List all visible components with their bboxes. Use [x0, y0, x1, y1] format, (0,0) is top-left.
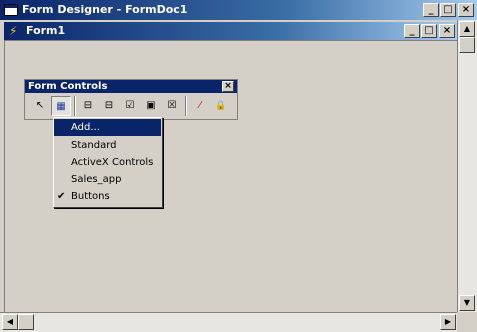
toolbar-separator	[74, 96, 76, 116]
form1-titlebar	[4, 22, 457, 40]
text-box-icon[interactable]: ⊟	[78, 96, 98, 116]
horizontal-scrollbar[interactable]	[0, 312, 457, 332]
app-title: Form Designer - FormDoc1	[22, 3, 188, 16]
frame-icon[interactable]: ⊟	[99, 96, 119, 116]
check-box-icon[interactable]: ☑	[120, 96, 140, 116]
form-controls-title: Form Controls	[28, 81, 108, 92]
add-control-icon[interactable]: ▦	[51, 96, 71, 116]
vertical-scroll-thumb[interactable]	[459, 37, 475, 53]
lock-icon[interactable]: 🔒	[211, 96, 231, 116]
menu-item-activex-controls[interactable]: ActiveX Controls	[54, 154, 161, 171]
menu-item-standard[interactable]: Standard	[54, 137, 161, 154]
scroll-down-button[interactable]: ▼	[459, 295, 475, 311]
app-minimize-button[interactable]: _	[423, 3, 439, 17]
app-window-icon[interactable]	[4, 4, 18, 16]
scroll-right-button[interactable]: ▶	[440, 314, 456, 330]
wand-icon[interactable]: ⁄	[190, 96, 210, 116]
form1-close-button[interactable]: ×	[439, 24, 455, 38]
form-controls-close-button[interactable]: ×	[222, 81, 234, 92]
form-icon[interactable]: ⚡	[9, 24, 23, 38]
form1-maximize-button[interactable]: □	[421, 24, 437, 38]
toolbar-separator	[185, 96, 187, 116]
vertical-scrollbar[interactable]	[457, 20, 477, 312]
menu-item-buttons[interactable]: Buttons	[54, 188, 161, 205]
scroll-up-button[interactable]: ▲	[459, 21, 475, 37]
form1-minimize-button[interactable]: _	[404, 24, 420, 38]
pointer-icon[interactable]: ↖	[30, 96, 50, 116]
app-close-button[interactable]: ×	[458, 3, 474, 17]
app-maximize-button[interactable]: □	[440, 3, 456, 17]
menu-item-add[interactable]: Add...	[54, 119, 161, 136]
scroll-left-button[interactable]: ◀	[2, 314, 18, 330]
check-icon: ✔	[57, 191, 66, 202]
list-icon[interactable]: ☒	[162, 96, 182, 116]
menu-item-sales-app[interactable]: Sales_app	[54, 171, 161, 188]
horizontal-scroll-thumb[interactable]	[18, 314, 34, 330]
scrollbar-corner	[457, 312, 477, 332]
form1-title: Form1	[26, 24, 66, 37]
option-icon[interactable]: ▣	[141, 96, 161, 116]
